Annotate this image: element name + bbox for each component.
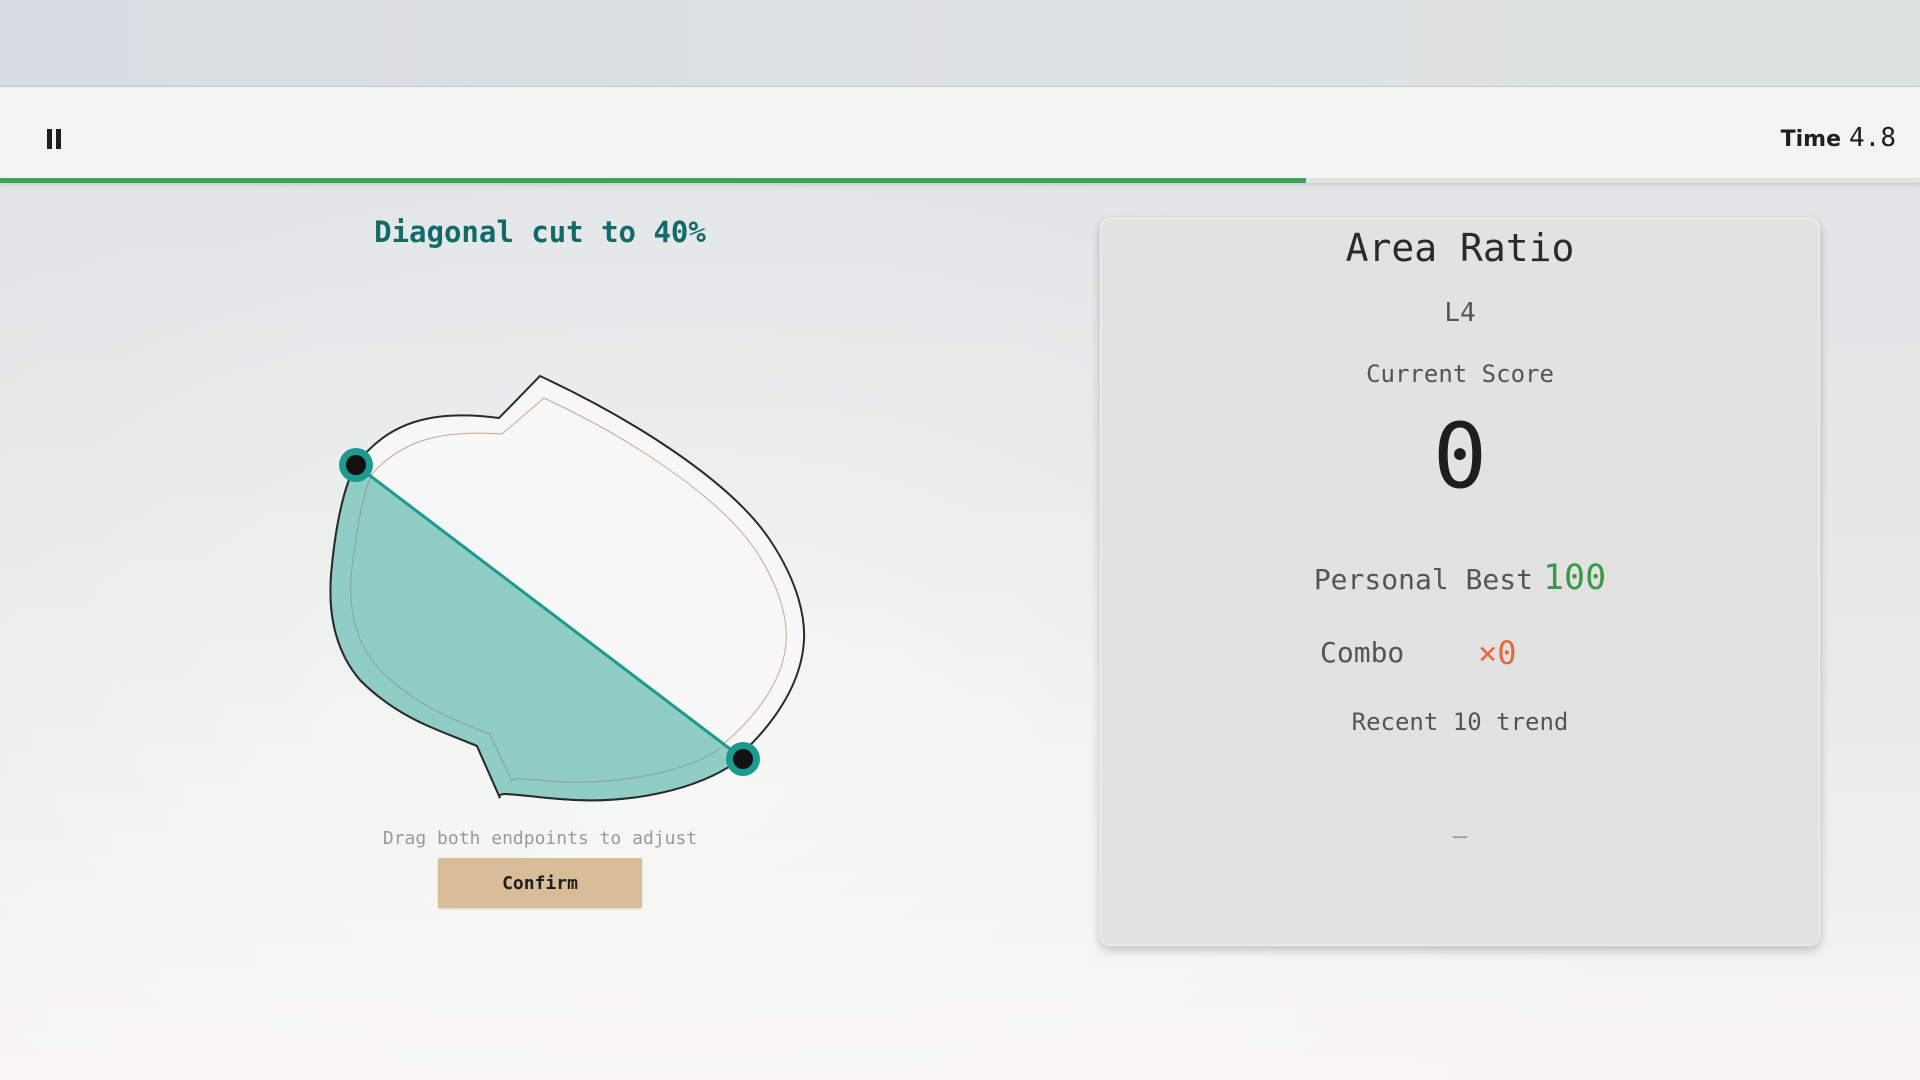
- task-prompt: Diagonal cut to 40%: [374, 215, 706, 249]
- cut-shape-canvas[interactable]: [300, 350, 860, 830]
- time-value: 4.8: [1849, 123, 1896, 153]
- combo-label: Combo: [1320, 636, 1405, 669]
- trend-placeholder: –: [1452, 822, 1468, 850]
- pause-button[interactable]: [38, 123, 70, 155]
- combo-row: Combo ×0: [1320, 634, 1620, 672]
- time-label: Time: [1780, 127, 1842, 152]
- combo-value: ×0: [1478, 634, 1517, 672]
- cut-shape-area[interactable]: [300, 350, 860, 830]
- pause-icon: [45, 129, 63, 149]
- confirm-button[interactable]: Confirm: [438, 858, 642, 908]
- endpoint-handle-top-left[interactable]: [339, 448, 373, 482]
- current-score-label: Current Score: [1366, 360, 1554, 388]
- timer: Time 4.8: [1781, 123, 1896, 153]
- endpoint-handle-bottom-right[interactable]: [726, 742, 760, 776]
- current-score-value: 0: [1432, 404, 1488, 509]
- top-background-strip: [0, 0, 1920, 86]
- personal-best-label: Personal Best: [1313, 563, 1533, 596]
- drag-hint: Drag both endpoints to adjust: [382, 828, 698, 849]
- personal-best-row: Personal Best 100: [1100, 558, 1820, 598]
- personal-best-value: 100: [1542, 558, 1607, 598]
- hud-bar: Time 4.8: [0, 86, 1920, 183]
- panel-title: Area Ratio: [1345, 226, 1575, 270]
- score-panel: Area Ratio L4 Current Score 0 Personal B…: [1100, 218, 1820, 946]
- time-progress-track: [0, 178, 1920, 183]
- level-indicator: L4: [1444, 298, 1476, 328]
- trend-label: Recent 10 trend: [1351, 708, 1569, 736]
- time-progress-fill: [0, 178, 1306, 183]
